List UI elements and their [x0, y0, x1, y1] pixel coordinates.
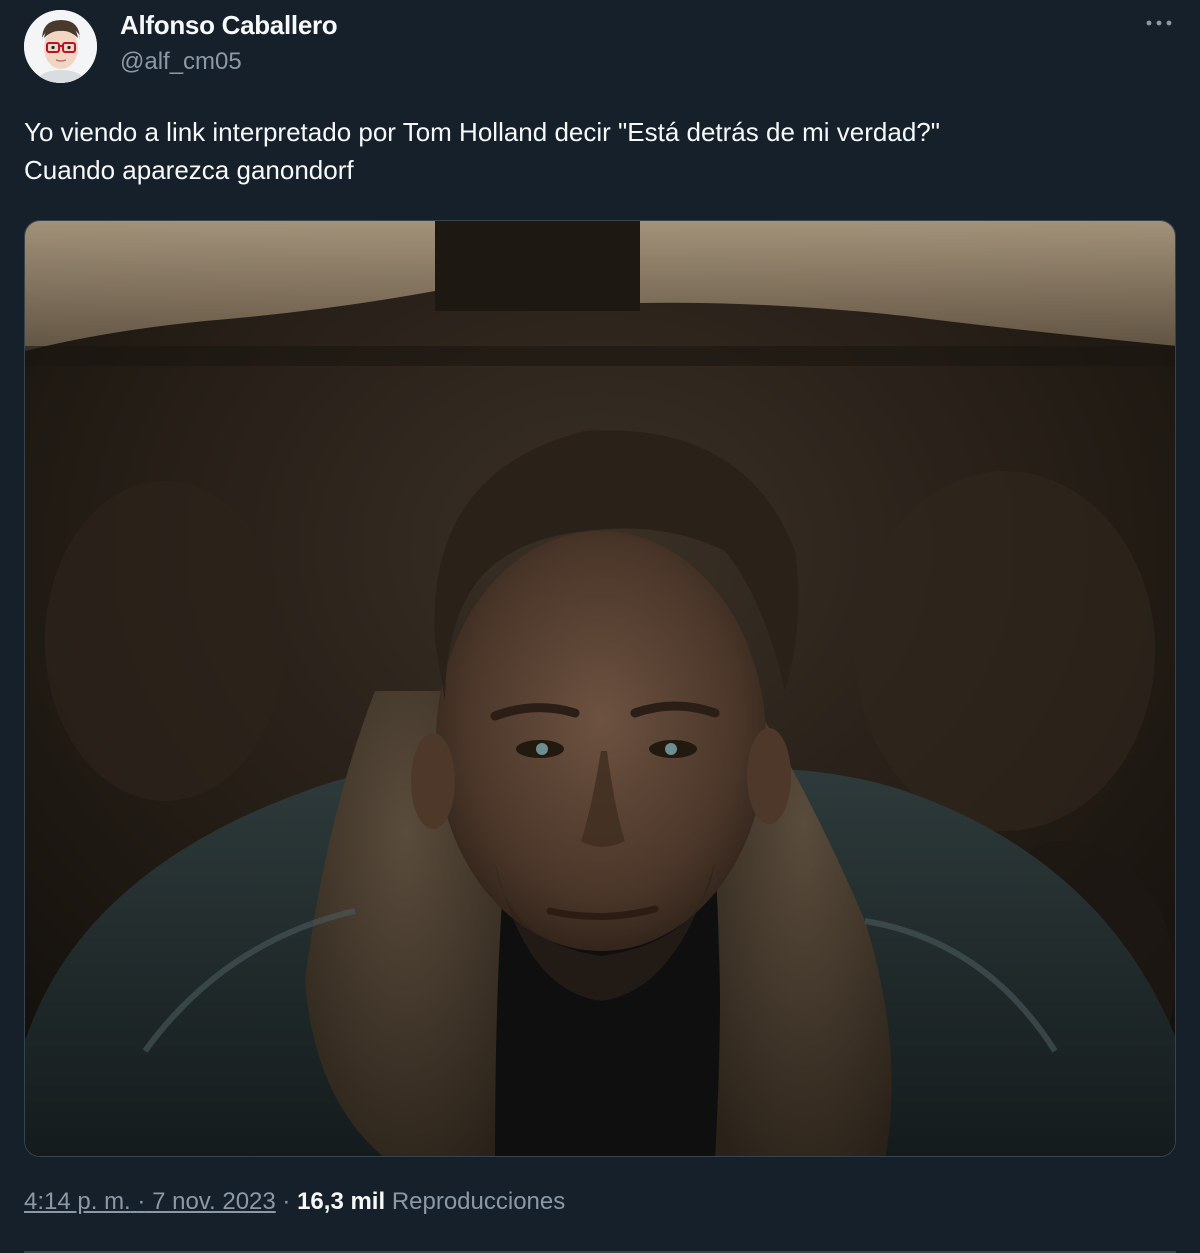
tweet-media-photo[interactable] — [24, 220, 1176, 1157]
tweet-meta: 4:14 p. m. · 7 nov. 2023 · 16,3 mil Repr… — [24, 1188, 565, 1216]
tweet-date: 7 nov. 2023 — [152, 1188, 276, 1215]
author-handle[interactable]: @alf_cm05 — [120, 48, 242, 76]
more-dots-icon — [1146, 20, 1172, 26]
avatar-cartoon-face — [24, 10, 97, 83]
more-options-button[interactable] — [1142, 6, 1176, 40]
photo-man-in-shearling-jacket — [25, 221, 1175, 1156]
avatar[interactable] — [24, 10, 97, 83]
meta-separator-views: · — [282, 1188, 291, 1215]
views-count: 16,3 mil — [297, 1188, 386, 1215]
tweet-card: Alfonso Caballero @alf_cm05 Yo viendo a … — [0, 0, 1200, 1253]
author-name[interactable]: Alfonso Caballero — [120, 10, 338, 41]
meta-separator: · — [137, 1188, 146, 1215]
tweet-text: Yo viendo a link interpretado por Tom Ho… — [24, 117, 940, 185]
tweet-timestamp-link[interactable]: 4:14 p. m. · 7 nov. 2023 — [24, 1188, 276, 1215]
tweet-time: 4:14 p. m. — [24, 1188, 131, 1215]
views-label: Reproducciones — [391, 1188, 566, 1215]
